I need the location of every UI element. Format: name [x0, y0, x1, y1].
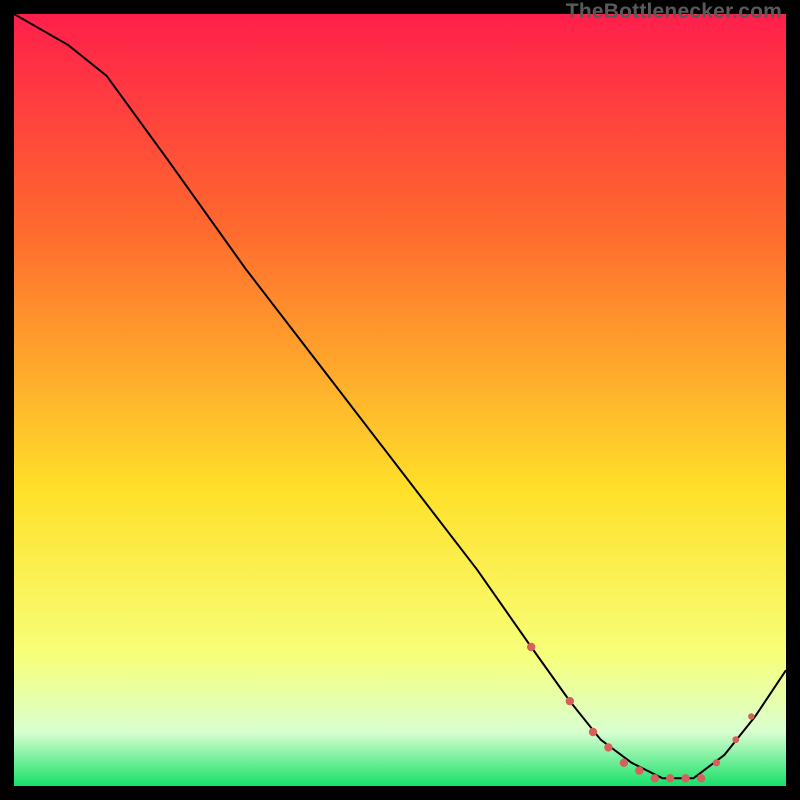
curve-marker: [697, 774, 705, 782]
gradient-background: [14, 14, 786, 786]
watermark-text: TheBottlenecker.com: [566, 0, 782, 24]
curve-marker: [666, 774, 674, 782]
curve-marker: [748, 713, 754, 719]
curve-marker: [527, 643, 535, 651]
chart-svg: [14, 14, 786, 786]
curve-marker: [620, 759, 628, 767]
curve-marker: [732, 736, 739, 743]
chart-stage: TheBottlenecker.com: [0, 0, 800, 800]
plot-area: [14, 14, 786, 786]
curve-marker: [589, 728, 597, 736]
curve-marker: [566, 697, 574, 705]
curve-marker: [635, 766, 643, 774]
curve-marker: [713, 759, 720, 766]
curve-marker: [681, 774, 689, 782]
curve-marker: [651, 774, 659, 782]
curve-marker: [604, 743, 612, 751]
